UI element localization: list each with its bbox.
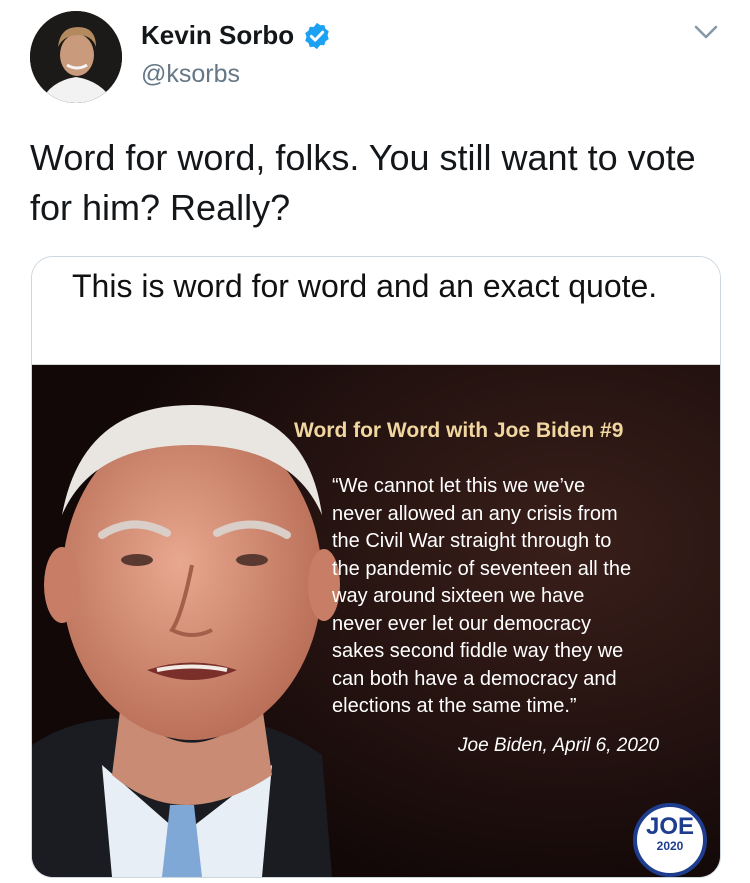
verified-badge-icon <box>305 22 329 49</box>
tweet-media[interactable]: This is word for word and an exact quote… <box>31 256 721 878</box>
meme-quote: “We cannot let this we we’ve never allow… <box>332 475 632 717</box>
meme-image: Word for Word with Joe Biden #9 “We cann… <box>32 365 720 877</box>
handle[interactable]: @ksorbs <box>141 60 240 89</box>
tweet-text: Word for word, folks. You still want to … <box>30 137 696 228</box>
quoted-header-text: This is word for word and an exact quote… <box>72 268 658 304</box>
meme-attribution: Joe Biden, April 6, 2020 <box>458 735 660 756</box>
author-name-row: Kevin Sorbo <box>141 20 332 51</box>
display-name[interactable]: Kevin Sorbo <box>141 20 294 51</box>
avatar-image <box>30 11 122 103</box>
quoted-header: This is word for word and an exact quote… <box>32 257 720 365</box>
logo-text-top: JOE <box>645 813 695 840</box>
meme-title: Word for Word with Joe Biden #9 <box>294 419 624 442</box>
avatar[interactable] <box>30 11 122 103</box>
chevron-down-icon[interactable] <box>692 22 720 42</box>
joe-2020-logo: JOE 2020 <box>633 803 707 877</box>
logo-text-bottom: 2020 <box>656 839 684 853</box>
